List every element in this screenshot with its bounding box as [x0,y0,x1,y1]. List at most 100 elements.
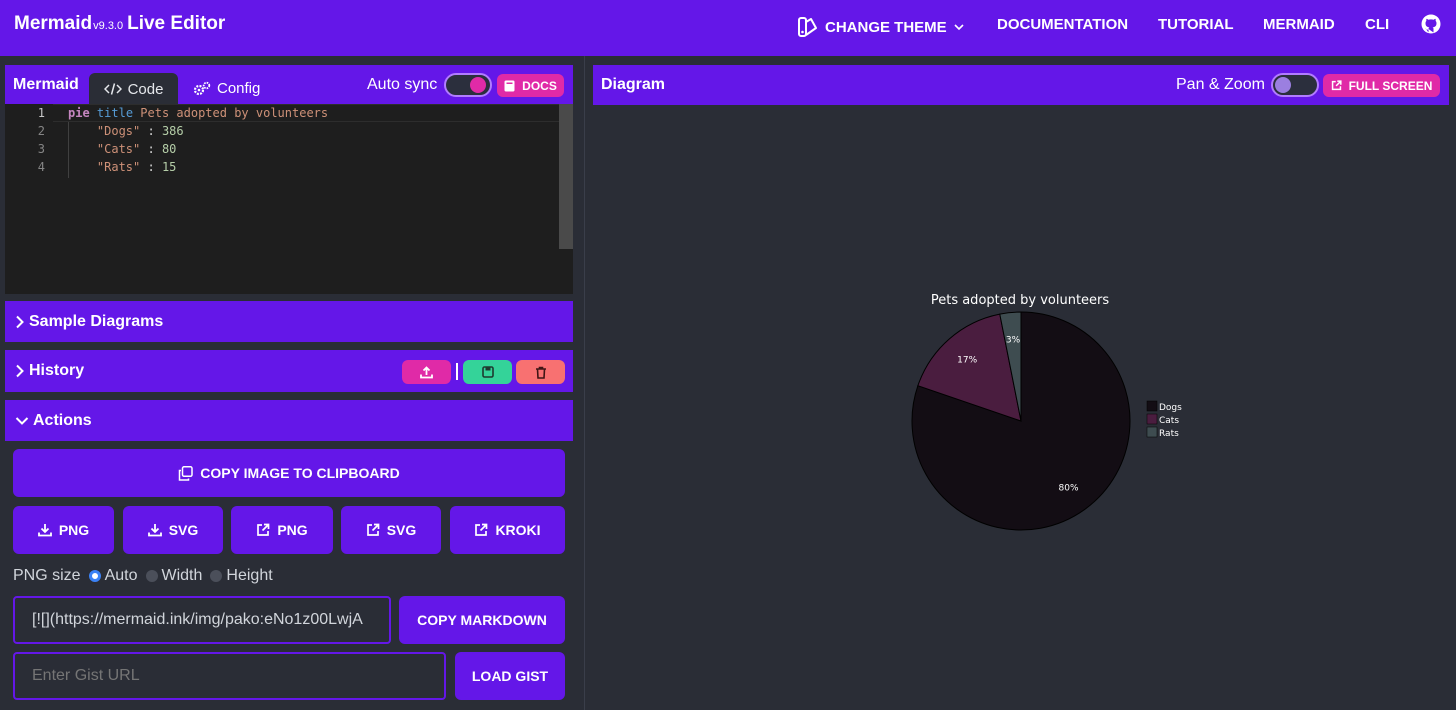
code-line: "Dogs" : 386 [96,124,184,138]
legend-label: Rats [1159,429,1179,439]
nav-tutorial[interactable]: TUTORIAL [1158,16,1234,33]
change-theme-menu[interactable]: CHANGE THEME [797,16,965,38]
markdown-field[interactable] [13,596,391,644]
actions-header[interactable]: Actions [5,400,573,441]
line-number: 2 [37,124,45,138]
nav-documentation[interactable]: DOCUMENTATION [997,16,1128,33]
chevron-down-icon [953,21,965,33]
download-icon [37,523,52,537]
pie-percent-label: 17% [957,355,977,365]
docs-button-label: DOCS [522,78,557,93]
code-line: "Rats" : 15 [96,160,177,174]
tab-config[interactable]: Config [193,80,260,97]
editor-title: Mermaid [13,76,79,93]
external-link-icon [474,523,488,537]
top-bar: Mermaidv9.3.0 Live Editor CHANGE THEME DO… [0,0,1456,56]
panel-divider[interactable] [584,56,585,710]
editor-scrollbar[interactable] [559,104,573,249]
legend-swatch [1146,413,1158,425]
full-screen-button[interactable]: FULL SCREEN [1323,74,1440,97]
history-upload-button[interactable] [402,360,451,384]
brand[interactable]: Mermaidv9.3.0 Live Editor [14,13,225,35]
download-svg-button[interactable]: SVG [123,506,223,554]
tab-code-label: Code [127,80,164,98]
change-theme-label: CHANGE THEME [825,18,947,36]
open-png-button[interactable]: PNG [231,506,333,554]
line-number: 1 [37,106,45,120]
download-png-button[interactable]: PNG [13,506,114,554]
version-label: v9.3.0 [93,20,124,32]
code-lines: pie title Pets adopted by volunteers "Do… [68,104,328,176]
copy-markdown-button[interactable]: COPY MARKDOWN [399,596,565,644]
external-link-icon [366,523,380,537]
pie-chart: Pets adopted by volunteers 80% 17% 3% Dogs… [911,293,1182,531]
png-size-width-radio[interactable] [145,570,158,582]
gears-icon [193,81,211,97]
code-line: "Cats" : 80 [96,142,177,156]
gist-url-input[interactable] [13,652,446,700]
open-png-label: PNG [277,522,308,538]
pan-zoom-toggle[interactable] [1271,73,1319,97]
toggle-knob [1275,77,1291,93]
upload-icon [420,365,433,379]
history-divider [456,363,458,380]
diagram-panel-header [593,65,1449,105]
brand-subtitle: Live Editor [127,13,226,34]
external-link-icon [256,523,270,537]
line-number: 3 [37,142,45,156]
sample-diagrams-label: Sample Diagrams [29,312,164,330]
legend-swatch [1146,426,1158,438]
trash-icon [535,366,547,379]
open-svg-label: SVG [386,522,417,538]
full-screen-label: FULL SCREEN [1348,78,1433,93]
download-svg-label: SVG [168,522,199,538]
history-save-button[interactable] [463,360,512,384]
history-label: History [29,362,85,379]
pie-percent-label: 3% [1006,336,1021,346]
legend-swatch [1146,400,1158,412]
docs-button[interactable]: DOCS [497,74,564,97]
brand-name: Mermaid [14,13,93,34]
toggle-knob [470,77,486,93]
sample-diagrams-header[interactable]: Sample Diagrams [5,301,573,342]
chevron-down-icon [15,416,29,426]
png-size-row: PNG size Auto Width Height [13,567,273,585]
tab-config-label: Config [217,80,261,97]
diagram-title: Diagram [601,76,666,93]
tab-code[interactable]: Code [89,73,178,105]
external-link-icon [1331,80,1342,91]
save-icon [481,366,494,378]
chevron-right-icon [15,315,25,329]
history-delete-button[interactable] [516,360,565,384]
legend-label: Dogs [1159,403,1182,413]
png-size-auto-radio[interactable] [88,570,101,582]
load-gist-button[interactable]: LOAD GIST [455,652,565,700]
nav-mermaid[interactable]: MERMAID [1263,16,1335,33]
kroki-label: KROKI [495,522,541,538]
open-svg-button[interactable]: SVG [341,506,441,554]
auto-sync-label: Auto sync [367,76,438,93]
pie-title: Pets adopted by volunteers [931,293,1110,308]
chevron-right-icon [15,364,25,378]
code-line: pie title Pets adopted by volunteers [68,106,329,120]
png-size-auto-label: Auto [104,567,138,584]
github-icon[interactable] [1421,14,1441,34]
png-size-height-radio[interactable] [210,570,223,582]
copy-icon [178,465,194,481]
line-number: 4 [37,160,45,174]
download-png-label: PNG [58,522,90,538]
nav-cli[interactable]: CLI [1365,16,1389,33]
png-size-width-label: Width [161,567,203,584]
line-number-gutter: 1 2 3 4 [5,104,53,176]
code-editor[interactable]: 1 2 3 4 pie title Pets adopted by volunteer… [5,104,573,294]
copy-image-button[interactable]: COPY IMAGE TO CLIPBOARD [13,449,565,497]
book-icon [504,80,515,92]
png-size-label: PNG size [13,567,81,584]
copy-image-label: COPY IMAGE TO CLIPBOARD [200,465,400,481]
pie-percent-label: 80% [1059,484,1079,494]
legend-label: Cats [1159,416,1179,426]
palette-icon [797,16,819,38]
auto-sync-toggle[interactable] [444,73,492,97]
kroki-button[interactable]: KROKI [450,506,565,554]
actions-label: Actions [33,411,92,429]
